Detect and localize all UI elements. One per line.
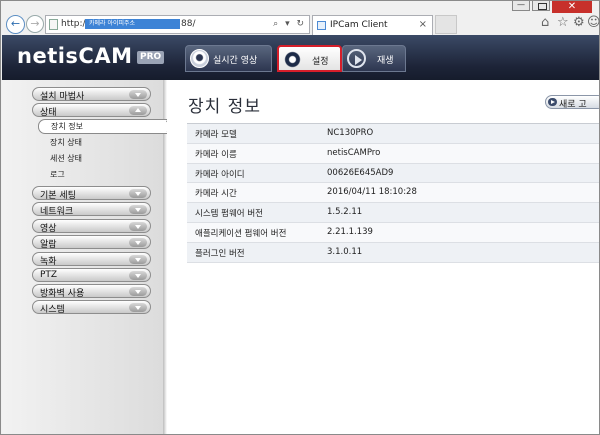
row-value: 2016/04/11 18:10:28 bbox=[327, 187, 417, 198]
table-row: 카메라 모델 NC130PRO bbox=[187, 124, 599, 144]
table-row: 카메라 이름 netisCAMPro bbox=[187, 143, 599, 164]
menu-label: 알람 bbox=[40, 240, 57, 250]
row-label: 시스템 펌웨어 버전 bbox=[195, 209, 263, 220]
gear-icon[interactable]: ⚙ bbox=[573, 15, 585, 30]
menu-basic-settings[interactable]: 기본 세팅 bbox=[32, 186, 151, 201]
page-title: 장치 정보 bbox=[188, 97, 261, 117]
row-label: 카메라 아이디 bbox=[195, 169, 245, 180]
row-label: 애플리케이션 펌웨어 버전 bbox=[195, 228, 287, 239]
row-value: 00626E645AD9 bbox=[327, 167, 394, 178]
menu-system[interactable]: 시스템 bbox=[32, 300, 151, 315]
tab-settings[interactable]: 설정 bbox=[277, 45, 342, 72]
table-row: 시스템 펌웨어 버전 1.5.2.11 bbox=[187, 203, 599, 223]
row-value: NC130PRO bbox=[327, 128, 374, 138]
submenu-device-status[interactable]: 장치 상태 bbox=[38, 136, 158, 151]
refresh-label: 새로 고 bbox=[559, 100, 587, 110]
address-masked: 카메라 아이피주소 bbox=[85, 19, 180, 29]
menu-label: PTZ bbox=[40, 270, 58, 280]
page-viewport: netisCAM PRO 실시간 영상 설정 재생 설치 마법사 상태 장치 정… bbox=[2, 35, 599, 434]
chevron-down-icon bbox=[129, 271, 147, 280]
table-row: 카메라 시간 2016/04/11 18:10:28 bbox=[187, 183, 599, 204]
menu-label: 시스템 bbox=[40, 305, 65, 315]
menu-label: 설치 마법사 bbox=[40, 92, 85, 102]
table-row: 카메라 아이디 00626E645AD9 bbox=[187, 163, 599, 184]
chevron-down-icon bbox=[129, 255, 147, 264]
table-row: 플러그인 버전 3.1.0.11 bbox=[187, 242, 599, 263]
app-header: netisCAM PRO 실시간 영상 설정 재생 bbox=[2, 35, 599, 80]
chevron-down-icon bbox=[129, 303, 147, 312]
menu-install-wizard[interactable]: 설치 마법사 bbox=[32, 87, 151, 102]
table-row: 애플리케이션 펌웨어 버전 2.21.1.139 bbox=[187, 222, 599, 243]
chevron-down-icon bbox=[129, 287, 147, 296]
smiley-icon[interactable]: ☺ bbox=[587, 15, 600, 30]
tab-live-view[interactable]: 실시간 영상 bbox=[185, 45, 272, 72]
device-info-table: 카메라 모델 NC130PRO 카메라 이름 netisCAMPro 카메라 아… bbox=[187, 123, 599, 263]
row-label: 카메라 모델 bbox=[195, 130, 237, 140]
tab-title: IPCam Client bbox=[330, 20, 388, 30]
address-suffix: 88/ bbox=[181, 19, 196, 29]
gear-icon bbox=[283, 50, 302, 69]
tab-close-icon[interactable]: × bbox=[419, 19, 427, 30]
forward-arrow-icon[interactable]: → bbox=[26, 15, 44, 33]
tab-favicon-icon bbox=[317, 21, 326, 30]
chevron-up-icon bbox=[129, 106, 147, 115]
submenu-device-info[interactable]: 장치 정보 bbox=[38, 119, 168, 134]
back-arrow-icon[interactable]: ← bbox=[6, 15, 25, 34]
menu-recording[interactable]: 녹화 bbox=[32, 252, 151, 267]
row-label: 플러그인 버전 bbox=[195, 248, 245, 259]
brand-badge: PRO bbox=[137, 51, 165, 64]
row-value: 1.5.2.11 bbox=[327, 207, 363, 218]
menu-label: 기본 세팅 bbox=[40, 191, 76, 201]
menu-label: 방화벽 사용 bbox=[40, 289, 85, 299]
chevron-down-icon bbox=[129, 90, 147, 99]
address-bar[interactable]: http:// 카메라 아이피주소 88/ ⌕ ▾ ↻ bbox=[45, 15, 310, 34]
minimize-button[interactable]: — bbox=[512, 1, 530, 11]
row-label: 카메라 시간 bbox=[195, 189, 237, 200]
camera-icon bbox=[190, 49, 209, 68]
tab-live-view-label: 실시간 영상 bbox=[213, 56, 258, 66]
menu-status[interactable]: 상태 bbox=[32, 103, 151, 118]
tab-playback[interactable]: 재생 bbox=[342, 45, 406, 72]
row-value: 3.1.0.11 bbox=[327, 246, 363, 257]
submenu-session-status[interactable]: 세션 상태 bbox=[38, 152, 158, 167]
row-value: 2.21.1.139 bbox=[327, 226, 373, 237]
home-icon[interactable]: ⌂ bbox=[541, 15, 549, 30]
address-actions[interactable]: ⌕ ▾ ↻ bbox=[273, 19, 306, 29]
chevron-down-icon bbox=[129, 205, 147, 214]
tab-playback-label: 재생 bbox=[377, 56, 394, 66]
star-icon[interactable]: ☆ bbox=[557, 15, 569, 30]
menu-label: 녹화 bbox=[40, 257, 57, 267]
browser-window: — ✕ ← → http:// 카메라 아이피주소 88/ ⌕ ▾ ↻ IPCa… bbox=[0, 0, 600, 435]
submenu-log[interactable]: 로그 bbox=[38, 168, 158, 183]
play-icon bbox=[347, 49, 366, 68]
menu-network[interactable]: 네트워크 bbox=[32, 202, 151, 217]
menu-ptz[interactable]: PTZ bbox=[32, 268, 151, 282]
menu-video[interactable]: 영상 bbox=[32, 219, 151, 234]
browser-tab[interactable]: IPCam Client × bbox=[312, 15, 433, 35]
chevron-down-icon bbox=[129, 238, 147, 247]
row-label: 카메라 이름 bbox=[195, 149, 237, 160]
menu-alarm[interactable]: 알람 bbox=[32, 235, 151, 250]
close-window-button[interactable]: ✕ bbox=[552, 1, 592, 13]
refresh-icon bbox=[548, 98, 557, 106]
refresh-button[interactable]: 새로 고 bbox=[545, 95, 599, 110]
main-content: 장치 정보 새로 고 카메라 모델 NC130PRO 카메라 이름 netisC… bbox=[167, 80, 599, 434]
menu-firewall[interactable]: 방화벽 사용 bbox=[32, 284, 151, 299]
chevron-down-icon bbox=[129, 222, 147, 231]
menu-label: 네트워크 bbox=[40, 207, 74, 217]
menu-label: 영상 bbox=[40, 224, 57, 234]
menu-label: 상태 bbox=[40, 108, 57, 118]
new-tab-button[interactable] bbox=[435, 15, 457, 34]
maximize-button[interactable] bbox=[532, 1, 550, 11]
row-value: netisCAMPro bbox=[327, 147, 381, 158]
tab-settings-label: 설정 bbox=[312, 57, 329, 67]
chevron-down-icon bbox=[129, 189, 147, 198]
page-icon bbox=[49, 19, 58, 30]
brand-logo: netisCAM bbox=[17, 44, 133, 68]
